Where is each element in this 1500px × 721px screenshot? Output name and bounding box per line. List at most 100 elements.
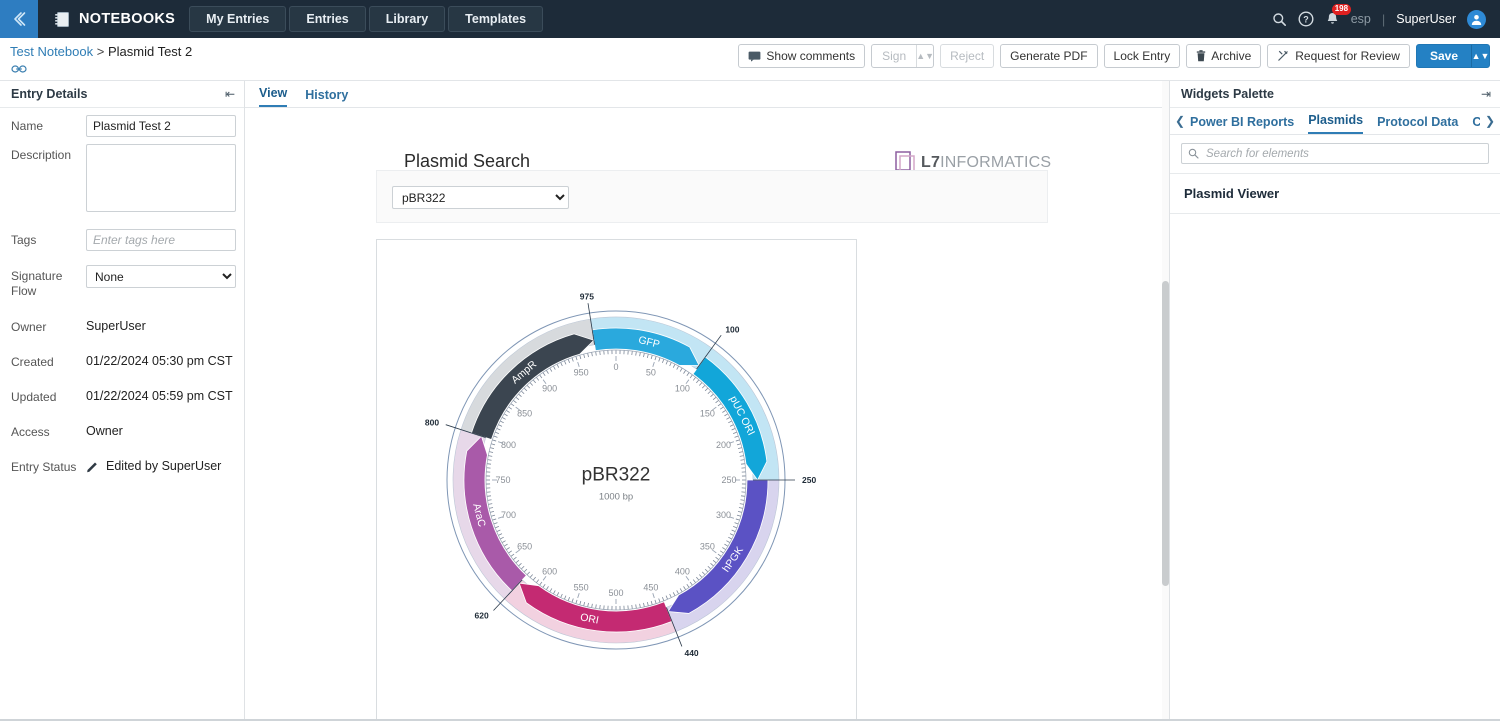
plasmid-center-name: pBR322 (582, 465, 651, 486)
plasmid-tick-label: 650 (517, 541, 532, 551)
widgets-search-input[interactable] (1204, 146, 1482, 161)
owner-value: SuperUser (86, 319, 146, 333)
name-input[interactable] (86, 115, 236, 137)
field-tags: Tags (0, 215, 244, 251)
widgets-search-box[interactable] (1181, 143, 1489, 164)
sign-button: Sign ▲▼ (871, 44, 935, 68)
tab-plasmids[interactable]: Plasmids (1308, 113, 1364, 134)
archive-label: Archive (1211, 49, 1252, 63)
widget-item-plasmid-viewer[interactable]: Plasmid Viewer (1170, 174, 1500, 214)
field-description: Description (0, 137, 244, 215)
archive-button[interactable]: Archive (1186, 44, 1262, 68)
save-label: Save (1429, 49, 1458, 63)
nav-tab-my-entries[interactable]: My Entries (189, 6, 287, 32)
plasmid-tick-label: 150 (700, 409, 715, 419)
plasmid-tick-label: 50 (646, 368, 656, 378)
plasmid-map-container[interactable]: GFP pUC ORI hPGK ORI AraC AmpR 0 50 100 150 200 250… (376, 239, 857, 721)
created-label: Created (11, 355, 54, 369)
description-textarea[interactable] (86, 144, 236, 212)
top-nav-right: ? 198 esp | SuperUser (1272, 0, 1500, 38)
reject-button: Reject (940, 44, 995, 68)
plasmid-tick-label: 850 (517, 409, 532, 419)
nav-tab-entries[interactable]: Entries (289, 6, 366, 32)
widgets-palette-header: Widgets Palette ⇥ (1170, 81, 1500, 108)
plasmid-search-box: pBR322 (376, 170, 1048, 223)
nav-separator: | (1381, 11, 1386, 27)
tab-power-bi-reports[interactable]: Power BI Reports (1190, 115, 1294, 134)
generate-pdf-button[interactable]: Generate PDF (1000, 44, 1098, 68)
field-entry-status: Entry Status Edited by SuperUser (0, 440, 244, 475)
page-title: Plasmid Search (404, 151, 531, 171)
save-dropdown-arrow[interactable]: ▲▼ (1471, 45, 1489, 67)
lock-entry-label: Lock Entry (1113, 49, 1171, 63)
content-scrollbar-track[interactable] (1162, 81, 1169, 721)
search-icon[interactable] (1272, 12, 1287, 27)
lock-entry-button[interactable]: Lock Entry (1103, 44, 1181, 68)
save-button[interactable]: Save ▲▼ (1415, 44, 1490, 68)
entry-status-value: Edited by SuperUser (106, 459, 222, 473)
nav-tab-library[interactable]: Library (368, 6, 446, 32)
entry-details-title: Entry Details (11, 87, 88, 101)
plasmid-tick-label: 900 (542, 384, 557, 394)
tab-charts[interactable]: Ch (1472, 115, 1480, 134)
link-icon[interactable] (11, 63, 27, 78)
notification-count-badge: 198 (1331, 4, 1352, 15)
tags-input[interactable] (86, 229, 236, 251)
nav-tab-templates[interactable]: Templates (448, 6, 544, 32)
logo-text: L7INFORMATICS (921, 154, 1051, 172)
user-avatar-icon[interactable] (1467, 9, 1486, 29)
plasmid-mark-label: 440 (684, 648, 698, 658)
chevron-left-icon[interactable]: ❮ (1170, 108, 1190, 134)
top-nav-tabs: My Entries Entries Library Templates (189, 0, 544, 38)
sign-label: Sign (882, 49, 907, 63)
notifications-button[interactable]: 198 (1325, 4, 1352, 27)
tab-history[interactable]: History (305, 88, 348, 107)
access-label: Access (11, 425, 50, 439)
logo-mark: L7 (921, 153, 941, 171)
pencil-icon (87, 462, 97, 472)
request-for-review-label: Request for Review (1295, 49, 1400, 63)
content-tabs: View History (245, 81, 1169, 108)
tags-label: Tags (11, 233, 37, 247)
chevron-right-icon[interactable]: ❯ (1480, 108, 1500, 134)
field-owner: Owner SuperUser (0, 299, 244, 335)
language-selector[interactable]: esp (1351, 12, 1371, 26)
field-name: Name (0, 108, 244, 137)
plasmid-tick-label: 700 (501, 510, 516, 520)
request-for-review-button[interactable]: Request for Review (1267, 44, 1410, 68)
document-header: Plasmid Search L7INFORMATICS (245, 108, 1169, 176)
back-button[interactable] (0, 0, 38, 38)
tab-protocol-data[interactable]: Protocol Data (1377, 115, 1458, 134)
description-label: Description (11, 148, 72, 162)
breadcrumb-current: Plasmid Test 2 (107, 44, 193, 59)
breadcrumb-notebook-link[interactable]: Test Notebook (10, 44, 93, 59)
content-scrollbar-thumb[interactable] (1162, 281, 1169, 586)
created-value: 01/22/2024 05:30 pm CST (86, 354, 233, 368)
updated-label: Updated (11, 390, 57, 404)
signature-flow-label: Signature Flow (11, 269, 63, 298)
plasmid-mark-label: 100 (725, 325, 739, 335)
signature-flow-select[interactable]: None (86, 265, 236, 288)
plasmid-map-svg: GFPpUC ORIhPGKORIAraCAmpR 050100150200250… (425, 291, 817, 658)
sign-dropdown-arrow: ▲▼ (916, 45, 933, 67)
plasmid-tick-label: 450 (643, 582, 658, 592)
plasmid-tick-label: 350 (700, 541, 715, 551)
show-comments-button[interactable]: Show comments (738, 44, 866, 68)
field-created: Created 01/22/2024 05:30 pm CST (0, 335, 244, 370)
collapse-right-icon[interactable]: ⇥ (1481, 87, 1491, 101)
collapse-left-icon[interactable]: ⇤ (225, 87, 235, 101)
entry-status-label: Entry Status (11, 460, 77, 474)
access-value: Owner (86, 424, 123, 438)
updated-value: 01/22/2024 05:59 pm CST (86, 389, 233, 403)
trash-icon (1197, 50, 1206, 62)
tab-view[interactable]: View (259, 86, 288, 107)
help-circle-icon[interactable]: ? (1298, 11, 1314, 27)
search-icon (1188, 148, 1199, 159)
widgets-search-row (1170, 135, 1500, 174)
current-user-name[interactable]: SuperUser (1396, 12, 1456, 26)
plasmid-tick-label: 550 (574, 582, 589, 592)
field-updated: Updated 01/22/2024 05:59 pm CST (0, 370, 244, 405)
notebook-icon (55, 11, 69, 27)
plasmid-mark-label: 620 (474, 611, 488, 621)
plasmid-select[interactable]: pBR322 (392, 186, 569, 209)
